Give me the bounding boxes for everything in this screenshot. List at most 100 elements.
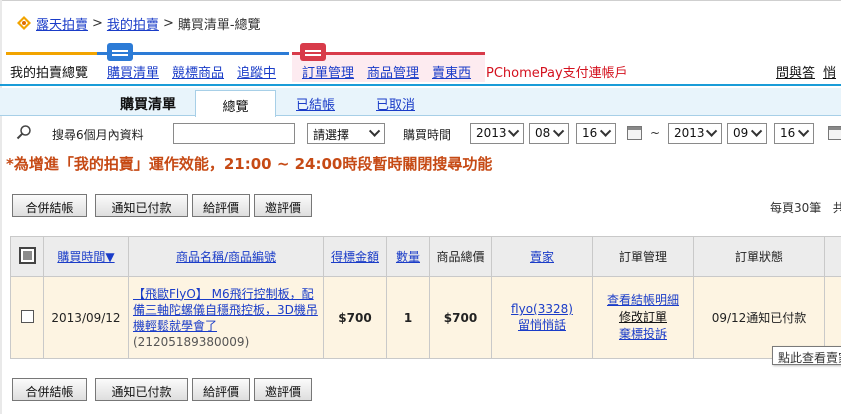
header-order-status: 訂單狀態 (693, 236, 825, 277)
nav-purchase-list[interactable]: 購買清單 (107, 62, 159, 81)
from-year-select[interactable]: 2013 (470, 123, 524, 144)
chevron-down-icon (797, 125, 810, 137)
nav-sell-item[interactable]: 賣東西 (432, 62, 471, 81)
notify-paid-button[interactable]: 通知已付款 (95, 378, 188, 401)
search-field-select[interactable]: 請選擇 (307, 123, 385, 144)
header-overflow (824, 236, 841, 277)
header-purchase-time: 購買時間▼ (43, 236, 129, 277)
breadcrumb-my-auction-link[interactable]: 我的拍賣 (107, 14, 159, 33)
seller-folder-icon (300, 43, 326, 61)
breadcrumb-separator: > (92, 15, 103, 31)
select-all-checkbox[interactable] (18, 246, 36, 264)
row-select-cell (10, 276, 44, 359)
nav-bidding-items[interactable]: 競標商品 (172, 62, 224, 81)
chevron-down-icon (368, 125, 381, 137)
invite-rating-button[interactable]: 邀評價 (254, 378, 312, 401)
per-page-label: 每頁30筆 共 (770, 199, 841, 216)
row-seller-cell: flyo(3328) 留悄悄話 (491, 276, 593, 359)
merge-checkout-button[interactable]: 合併結帳 (12, 378, 87, 401)
date-range-tilde: ~ (650, 126, 661, 140)
search-field-select-value: 請選擇 (313, 128, 350, 142)
subtab-title: 購買清單 (120, 97, 176, 113)
to-day-value: 16 (780, 126, 796, 140)
per-page-total-prefix: 共 (832, 201, 841, 215)
select-all-header (10, 236, 44, 277)
calendar-icon[interactable] (627, 126, 642, 140)
tab-checked-out[interactable]: 已結帳 (296, 94, 335, 113)
to-day-select[interactable]: 16 (774, 123, 814, 144)
sort-by-seller-link[interactable]: 賣家 (530, 250, 554, 264)
nav-whisper[interactable]: 悄 (823, 62, 836, 81)
to-year-value: 2013 (674, 126, 705, 140)
header-bid-amount: 得標金額 (323, 236, 387, 277)
nav-my-auction-overview[interactable]: 我的拍賣總覽 (10, 62, 88, 81)
to-month-select[interactable]: 09 (727, 123, 767, 144)
breadcrumb-separator: > (162, 15, 174, 31)
from-month-value: 08 (535, 126, 551, 140)
ruten-logo-icon (16, 15, 32, 31)
header-product: 商品名稱/商品編號 (128, 236, 324, 277)
nav-divider (0, 84, 841, 86)
abandon-complaint-link[interactable]: 棄標投訴 (619, 327, 667, 341)
chevron-down-icon (507, 125, 520, 137)
header-seller: 賣家 (491, 236, 593, 277)
to-month-value: 09 (733, 126, 749, 140)
search-scope-label: 搜尋6個月內資料 (52, 128, 144, 142)
sort-by-bid-link[interactable]: 得標金額 (331, 250, 379, 264)
sort-by-quantity-link[interactable]: 數量 (396, 250, 420, 264)
give-rating-button[interactable]: 給評價 (192, 378, 250, 401)
chevron-down-icon (599, 125, 612, 137)
merge-checkout-button[interactable]: 合併結帳 (12, 194, 87, 217)
header-total: 商品總價 (429, 236, 492, 277)
search-input[interactable] (173, 123, 295, 144)
main-nav: 我的拍賣總覽 購買清單 競標商品 追蹤中 訂單管理 商品管理 賣東西 PChom… (0, 43, 841, 86)
seller-rating-link[interactable]: (3328) (533, 302, 573, 316)
breadcrumb: 露天拍賣 > 我的拍賣 > 購買清單-總覽 (16, 13, 261, 33)
tab-overview[interactable]: 總覽 (195, 90, 276, 117)
header-quantity: 數量 (386, 236, 430, 277)
product-name-link[interactable]: 【飛歐FlyO】 M6飛行控制板，配備三軸陀螺儀自穩飛控板，3D機吊機輕鬆就學會… (133, 287, 318, 333)
to-year-select[interactable]: 2013 (668, 123, 722, 144)
sort-by-time-link[interactable]: 購買時間▼ (57, 250, 114, 264)
subtab-bar: 購買清單 總覽 已結帳 已取消 (0, 88, 841, 117)
nav-tracking[interactable]: 追蹤中 (237, 62, 276, 81)
nav-order-management[interactable]: 訂單管理 (302, 62, 354, 81)
row-checkbox[interactable] (20, 309, 34, 323)
maintenance-notice: *為增進「我的拍賣」運作效能，21:00 ~ 24:00時段暫時關閉搜尋功能 (6, 155, 493, 173)
row-bid-amount: $700 (323, 276, 387, 359)
table-row: 2013/09/12 【飛歐FlyO】 M6飛行控制板，配備三軸陀螺儀自穩飛控板… (10, 276, 841, 359)
from-year-value: 2013 (476, 126, 507, 140)
chevron-down-icon (750, 125, 763, 137)
row-order-mgmt-cell: 查看結帳明細 修改訂單 棄標投訴 (592, 276, 694, 359)
sort-by-product-link[interactable]: 商品名稱/商品編號 (176, 250, 276, 264)
view-checkout-detail-link[interactable]: 查看結帳明細 (607, 293, 679, 307)
nav-product-management[interactable]: 商品管理 (367, 62, 419, 81)
seller-link[interactable]: flyo (511, 302, 533, 316)
search-icon (16, 124, 32, 140)
modify-order-link[interactable]: 修改訂單 (619, 310, 667, 324)
from-month-select[interactable]: 08 (529, 123, 569, 144)
header-order-mgmt: 訂單管理 (592, 236, 694, 277)
tab-cancelled[interactable]: 已取消 (376, 94, 415, 113)
calendar-icon[interactable] (828, 126, 841, 140)
invite-rating-button[interactable]: 邀評價 (254, 194, 312, 217)
breadcrumb-ruten-link[interactable]: 露天拍賣 (36, 14, 88, 33)
notify-paid-button[interactable]: 通知已付款 (95, 194, 188, 217)
table-header-row: 購買時間▼ 商品名稱/商品編號 得標金額 數量 商品總價 賣家 訂單管理 訂單狀… (10, 236, 841, 277)
chevron-down-icon (705, 125, 718, 137)
per-page-count: 每頁30筆 (770, 201, 822, 215)
search-bar: 搜尋6個月內資料 請選擇 購買時間 2013 08 16 ~ 2013 09 1… (0, 122, 841, 146)
order-table: 購買時間▼ 商品名稱/商品編號 得標金額 數量 商品總價 賣家 訂單管理 訂單狀… (10, 236, 841, 359)
nav-faq[interactable]: 問與答 (776, 62, 815, 81)
seller-message-link[interactable]: 留悄悄話 (518, 318, 566, 332)
row-total: $700 (429, 276, 492, 359)
chevron-down-icon (552, 125, 565, 137)
row-product-cell: 【飛歐FlyO】 M6飛行控制板，配備三軸陀螺儀自穩飛控板，3D機吊機輕鬆就學會… (128, 276, 324, 359)
row-purchase-time: 2013/09/12 (43, 276, 129, 359)
nav-pchomepay-account[interactable]: PChomePay支付連帳戶 (486, 62, 628, 81)
buyer-folder-icon (107, 43, 133, 61)
give-rating-button[interactable]: 給評價 (192, 194, 250, 217)
purchase-time-label: 購買時間 (403, 128, 452, 142)
from-day-select[interactable]: 16 (576, 123, 616, 144)
product-code: (21205189380009) (133, 334, 250, 349)
